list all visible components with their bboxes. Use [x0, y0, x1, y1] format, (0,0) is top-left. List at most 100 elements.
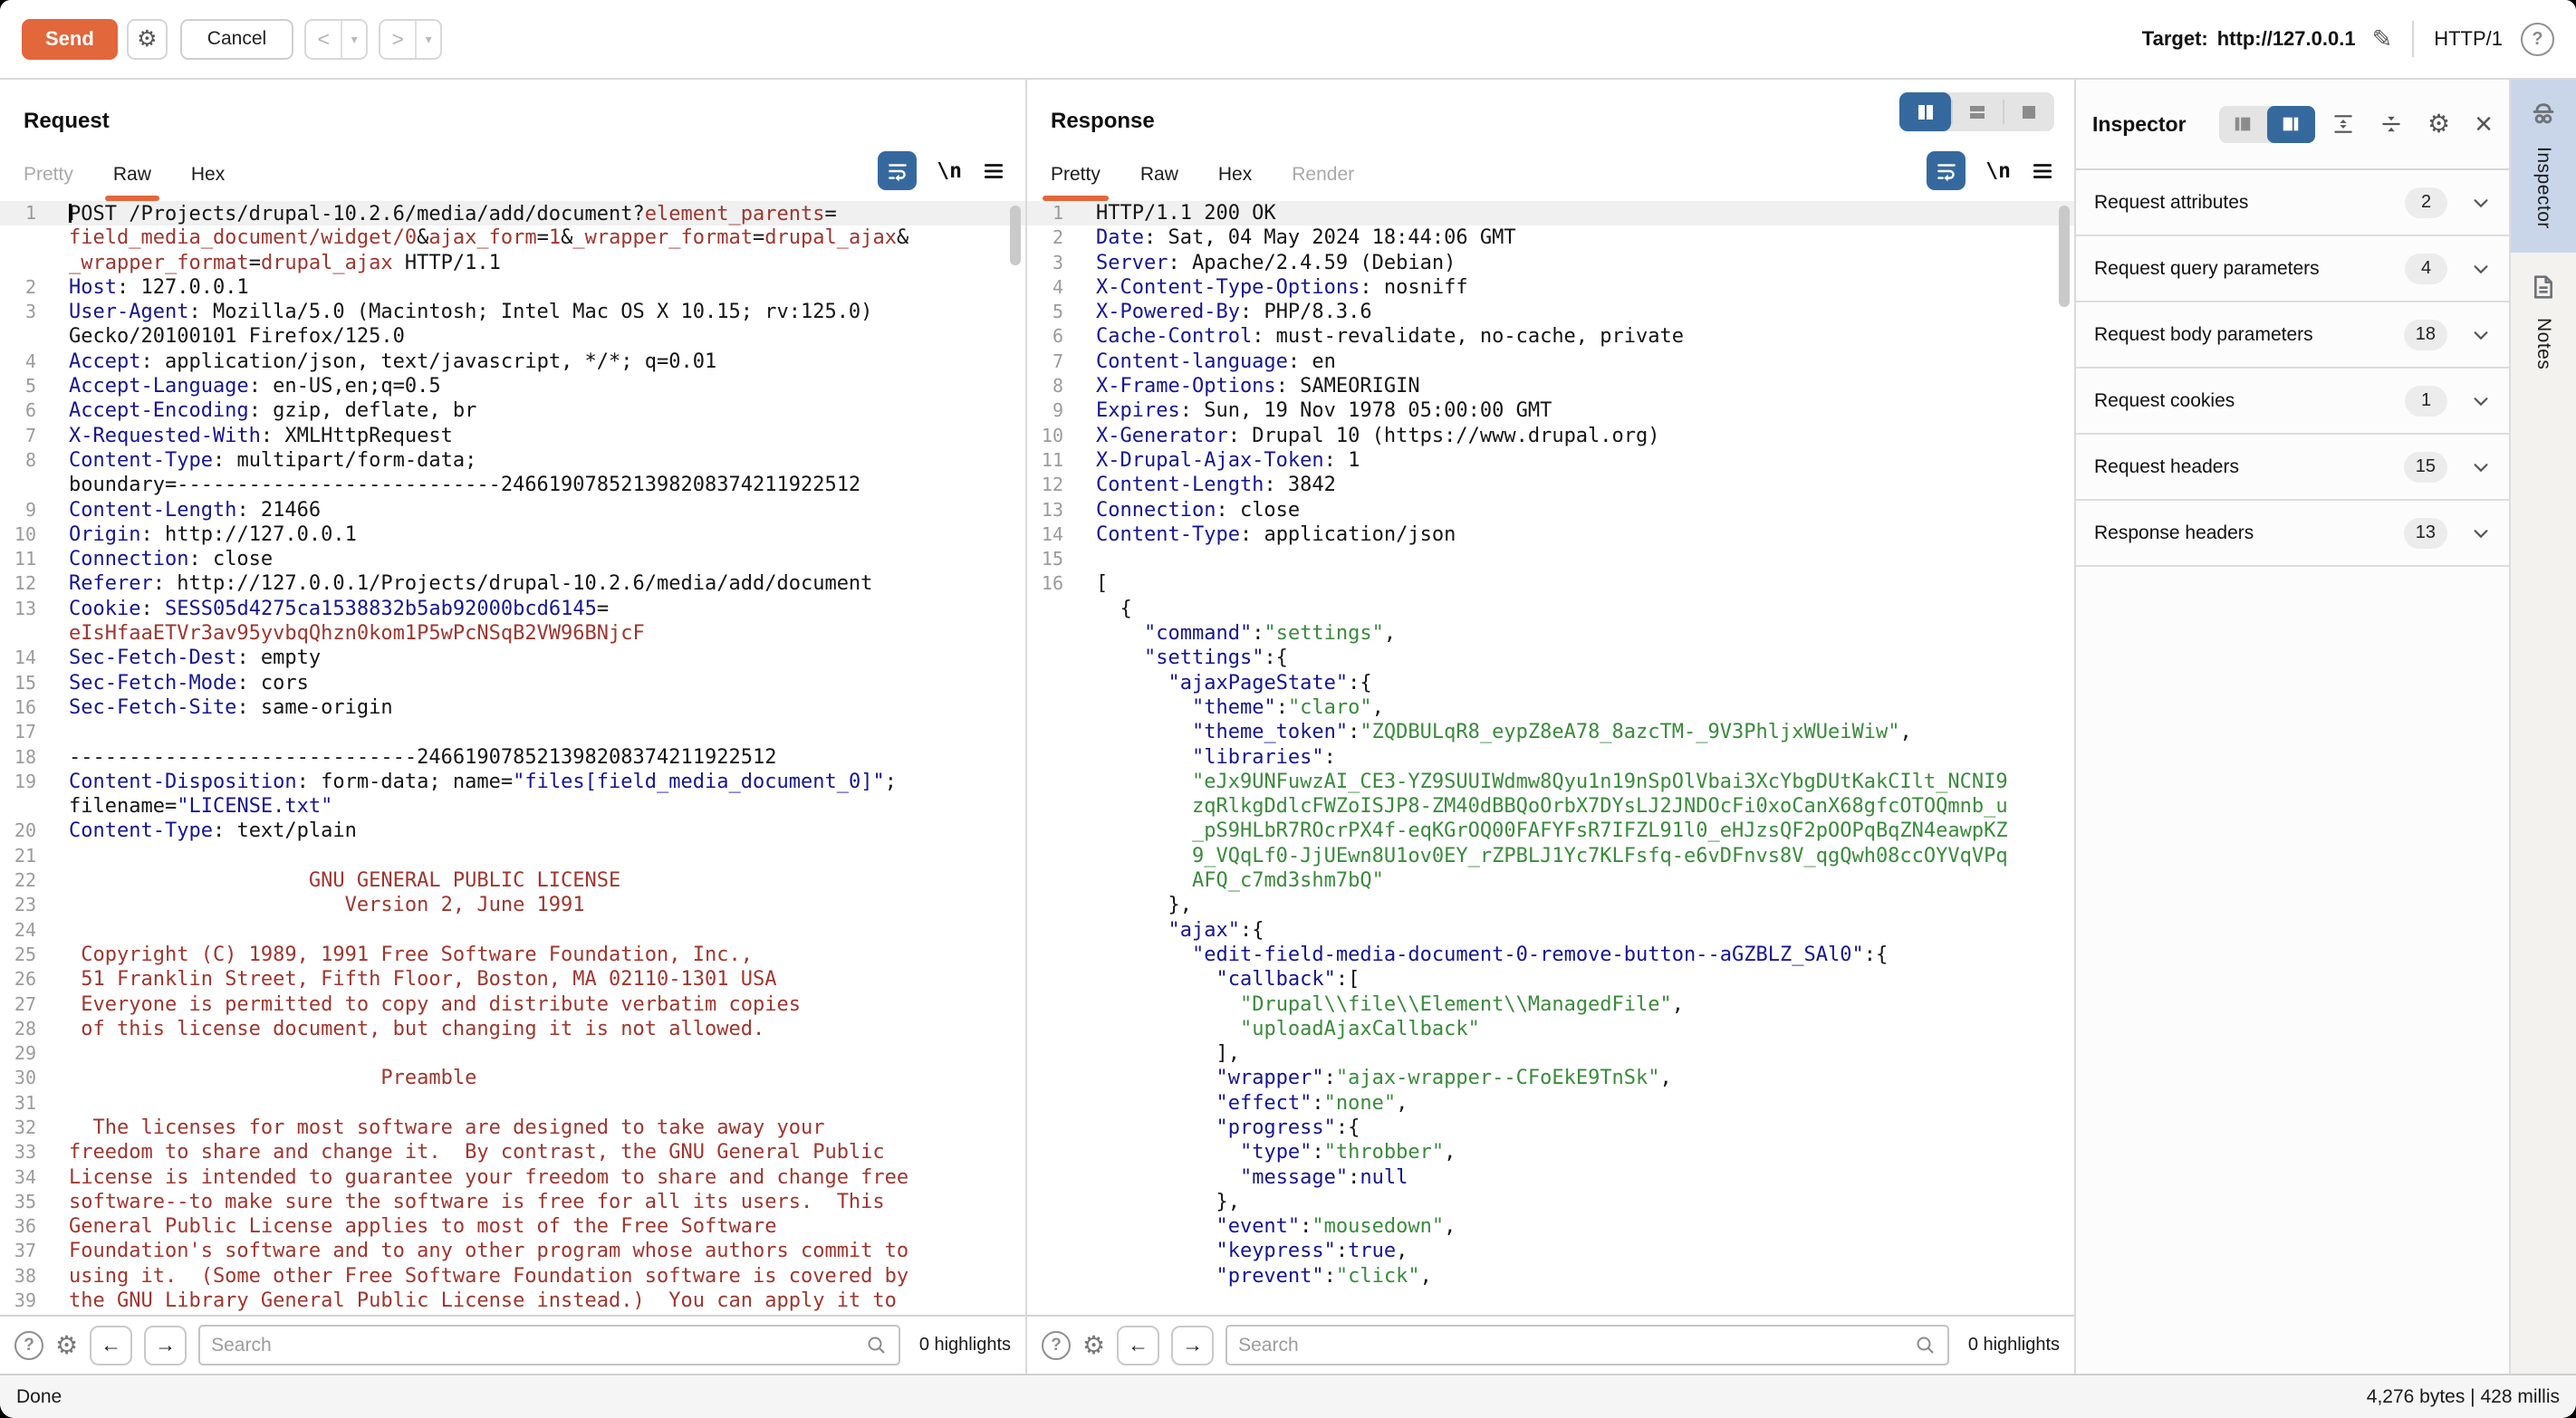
request-editor[interactable]: 1POST /Projects/drupal-10.2.6/media/add/…	[0, 201, 1025, 1315]
search-settings-gear-icon[interactable]: ⚙	[55, 1333, 78, 1358]
editor-row: 9Expires: Sun, 19 Nov 1978 05:00:00 GMT	[1027, 398, 2074, 423]
target-value: http://127.0.0.1	[2217, 27, 2356, 51]
editor-row: 11Connection: close	[0, 547, 1025, 571]
layout-columns-button[interactable]	[1899, 92, 1951, 131]
send-button[interactable]: Send	[22, 19, 118, 60]
inspector-section-request-attributes[interactable]: Request attributes2	[2076, 170, 2509, 236]
editor-row: AFQ_c7md3shm7bQ"	[1027, 868, 2074, 893]
editor-row: 31	[0, 1091, 1025, 1116]
chevron-down-icon[interactable]	[2471, 523, 2491, 543]
inspector-dock-right-button[interactable]	[2267, 106, 2315, 143]
editor-row: "progress":{	[1027, 1116, 2074, 1140]
side-tab-notes-label: Notes	[2533, 318, 2554, 369]
tab-raw[interactable]: Raw	[113, 164, 151, 201]
inspector-header-icons: ⚙ ×	[2331, 109, 2493, 139]
history-forward-split-button[interactable]: > ▾	[379, 19, 442, 60]
section-label: Request cookies	[2094, 390, 2405, 412]
inspector-section-request-query-parameters[interactable]: Request query parameters4	[2076, 236, 2509, 302]
response-scrollbar[interactable]	[2059, 206, 2070, 307]
editor-row: 33freedom to share and change it. By con…	[0, 1140, 1025, 1164]
editor-row: "theme":"claro",	[1027, 695, 2074, 720]
section-label: Request attributes	[2094, 192, 2405, 214]
tab-pretty[interactable]: Pretty	[1051, 164, 1101, 201]
inspector-settings-gear-icon[interactable]: ⚙	[2427, 111, 2450, 137]
search-prev-button[interactable]: ←	[1117, 1326, 1159, 1365]
chevron-down-icon[interactable]	[2471, 193, 2491, 213]
layout-rows-button[interactable]	[1951, 92, 2003, 131]
inspector-close-icon[interactable]: ×	[2475, 109, 2493, 139]
http-version-selector[interactable]: HTTP/1	[2434, 27, 2503, 51]
editor-row: 11X-Drupal-Ajax-Token: 1	[1027, 448, 2074, 473]
editor-row: "effect":"none",	[1027, 1091, 2074, 1116]
request-scrollbar[interactable]	[1010, 206, 1021, 265]
chevron-down-icon[interactable]	[2471, 457, 2491, 477]
editor-row: "uploadAjaxCallback"	[1027, 1017, 2074, 1041]
search-icon	[866, 1335, 888, 1356]
editor-row: 10X-Generator: Drupal 10 (https://www.dr…	[1027, 424, 2074, 448]
history-back-split-button[interactable]: < ▾	[304, 19, 368, 60]
search-icon	[1915, 1335, 1937, 1356]
menu-icon[interactable]	[982, 159, 1005, 183]
search-help-icon[interactable]: ?	[14, 1331, 43, 1360]
chevron-down-icon[interactable]: ▾	[415, 21, 440, 58]
chevron-down-icon[interactable]: ▾	[341, 21, 366, 58]
show-newlines-icon[interactable]: \n	[937, 159, 962, 183]
cancel-button[interactable]: Cancel	[180, 19, 293, 60]
side-tab-notes[interactable]: Notes	[2511, 253, 2576, 393]
editor-row: },	[1027, 893, 2074, 917]
section-count-badge: 1	[2405, 386, 2447, 417]
tab-raw[interactable]: Raw	[1140, 164, 1178, 201]
inspector-section-request-body-parameters[interactable]: Request body parameters18	[2076, 302, 2509, 369]
top-toolbar: Send ⚙ Cancel < ▾ > ▾ Target: http://127…	[0, 0, 2576, 80]
editor-row: 8Content-Type: multipart/form-data;	[0, 448, 1025, 473]
response-tabs: PrettyRawHexRender	[1051, 164, 1354, 201]
expand-all-icon[interactable]	[2331, 112, 2355, 136]
chevron-down-icon[interactable]	[2471, 391, 2491, 411]
request-search-input[interactable]	[211, 1335, 866, 1356]
response-highlights-count: 0 highlights	[1968, 1335, 2060, 1356]
section-count-badge: 4	[2405, 254, 2447, 284]
editor-row: 5X-Powered-By: PHP/8.3.6	[1027, 300, 2074, 324]
inspector-section-request-cookies[interactable]: Request cookies1	[2076, 369, 2509, 435]
inspector-dock-left-button[interactable]	[2219, 106, 2267, 143]
chevron-down-icon[interactable]	[2471, 325, 2491, 345]
editor-row: 19Content-Disposition: form-data; name="…	[0, 770, 1025, 794]
tab-hex[interactable]: Hex	[191, 164, 225, 201]
tab-hex[interactable]: Hex	[1218, 164, 1252, 201]
editor-row: 26 51 Franklin Street, Fifth Floor, Bost…	[0, 967, 1025, 992]
inspector-section-request-headers[interactable]: Request headers15	[2076, 435, 2509, 501]
help-icon[interactable]: ?	[2521, 23, 2554, 56]
edit-target-pencil-icon[interactable]: ✎	[2372, 25, 2393, 53]
chevron-right-icon: >	[380, 21, 415, 58]
editor-row: 23 Version 2, June 1991	[0, 893, 1025, 917]
word-wrap-icon[interactable]	[878, 151, 917, 190]
side-tab-inspector[interactable]: Inspector	[2511, 80, 2576, 253]
show-newlines-icon[interactable]: \n	[1985, 159, 2011, 183]
response-editor[interactable]: 1HTTP/1.1 200 OK2Date: Sat, 04 May 2024 …	[1027, 201, 2074, 1315]
editor-row: 6Cache-Control: must-revalidate, no-cach…	[1027, 324, 2074, 349]
editor-row: Gecko/20100101 Firefox/125.0	[0, 324, 1025, 349]
section-label: Request query parameters	[2094, 258, 2405, 280]
response-search-input[interactable]	[1238, 1335, 1915, 1356]
collapse-all-icon[interactable]	[2379, 112, 2403, 136]
search-prev-button[interactable]: ←	[90, 1326, 132, 1365]
word-wrap-icon[interactable]	[1927, 151, 1966, 190]
editor-row: field_media_document/widget/0&ajax_form=…	[0, 225, 1025, 250]
send-settings-button[interactable]: ⚙	[127, 19, 168, 60]
editor-row: "ajaxPageState":{	[1027, 671, 2074, 695]
inspector-panel: Inspector ⚙ ×	[2076, 80, 2509, 1374]
search-next-button[interactable]: →	[144, 1326, 187, 1365]
editor-row: "callback":[	[1027, 967, 2074, 992]
response-title: Response	[1051, 109, 1155, 134]
editor-row: 2Host: 127.0.0.1	[0, 275, 1025, 300]
editor-row: 13Connection: close	[1027, 498, 2074, 522]
gear-icon: ⚙	[137, 28, 157, 51]
editor-row: 24	[0, 918, 1025, 943]
search-settings-gear-icon[interactable]: ⚙	[1082, 1333, 1105, 1358]
search-help-icon[interactable]: ?	[1042, 1331, 1071, 1360]
inspector-section-response-headers[interactable]: Response headers13	[2076, 501, 2509, 567]
search-next-button[interactable]: →	[1171, 1326, 1214, 1365]
menu-icon[interactable]	[2031, 159, 2054, 183]
chevron-down-icon[interactable]	[2471, 259, 2491, 279]
layout-single-button[interactable]	[2003, 92, 2054, 131]
